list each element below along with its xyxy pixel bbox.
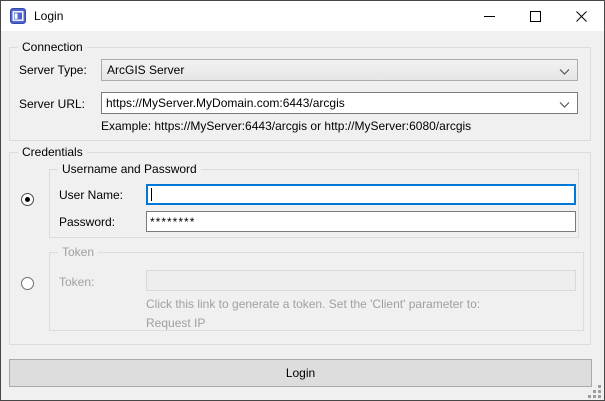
- password-label: Password:: [59, 215, 115, 229]
- maximize-icon: [530, 11, 541, 22]
- server-type-label: Server Type:: [19, 63, 87, 77]
- token-legend: Token: [58, 245, 98, 260]
- token-input: [146, 270, 576, 291]
- connection-legend: Connection: [18, 40, 87, 55]
- request-ip-link: Request IP: [146, 316, 205, 330]
- username-label: User Name:: [59, 188, 123, 202]
- titlebar: Login: [1, 1, 604, 31]
- server-url-combobox[interactable]: [101, 92, 578, 114]
- login-button-label: Login: [286, 366, 315, 380]
- credentials-legend: Credentials: [18, 145, 87, 160]
- server-url-example-text: Example: https://MyServer:6443/arcgis or…: [101, 119, 471, 133]
- server-type-value: ArcGIS Server: [107, 63, 184, 77]
- server-url-input[interactable]: [102, 94, 577, 112]
- close-button[interactable]: [558, 1, 604, 31]
- chevron-down-icon[interactable]: [559, 102, 570, 108]
- password-input[interactable]: [146, 211, 576, 232]
- login-window: Login Connection Server Type: ArcGIS Ser…: [0, 0, 605, 401]
- app-icon: [10, 8, 26, 24]
- server-url-label: Server URL:: [19, 97, 85, 111]
- window-title: Login: [34, 1, 63, 31]
- token-radio[interactable]: [21, 277, 34, 290]
- minimize-icon: [484, 11, 495, 22]
- form-window-icon: [10, 8, 26, 24]
- minimize-button[interactable]: [466, 1, 512, 31]
- radio-selected-dot: [25, 197, 30, 202]
- login-button[interactable]: Login: [9, 359, 592, 387]
- server-type-combobox[interactable]: ArcGIS Server: [101, 59, 578, 81]
- token-label: Token:: [59, 275, 94, 289]
- close-icon: [576, 11, 587, 22]
- token-groupbox: Token: [49, 252, 584, 331]
- text-caret: [151, 188, 152, 201]
- username-password-legend: Username and Password: [58, 162, 201, 177]
- token-help-text: Click this link to generate a token. Set…: [146, 297, 480, 311]
- resize-grip-icon[interactable]: [588, 385, 601, 398]
- username-password-radio[interactable]: [21, 193, 34, 206]
- chevron-down-icon[interactable]: [559, 69, 570, 75]
- username-input[interactable]: [146, 184, 576, 205]
- maximize-button[interactable]: [512, 1, 558, 31]
